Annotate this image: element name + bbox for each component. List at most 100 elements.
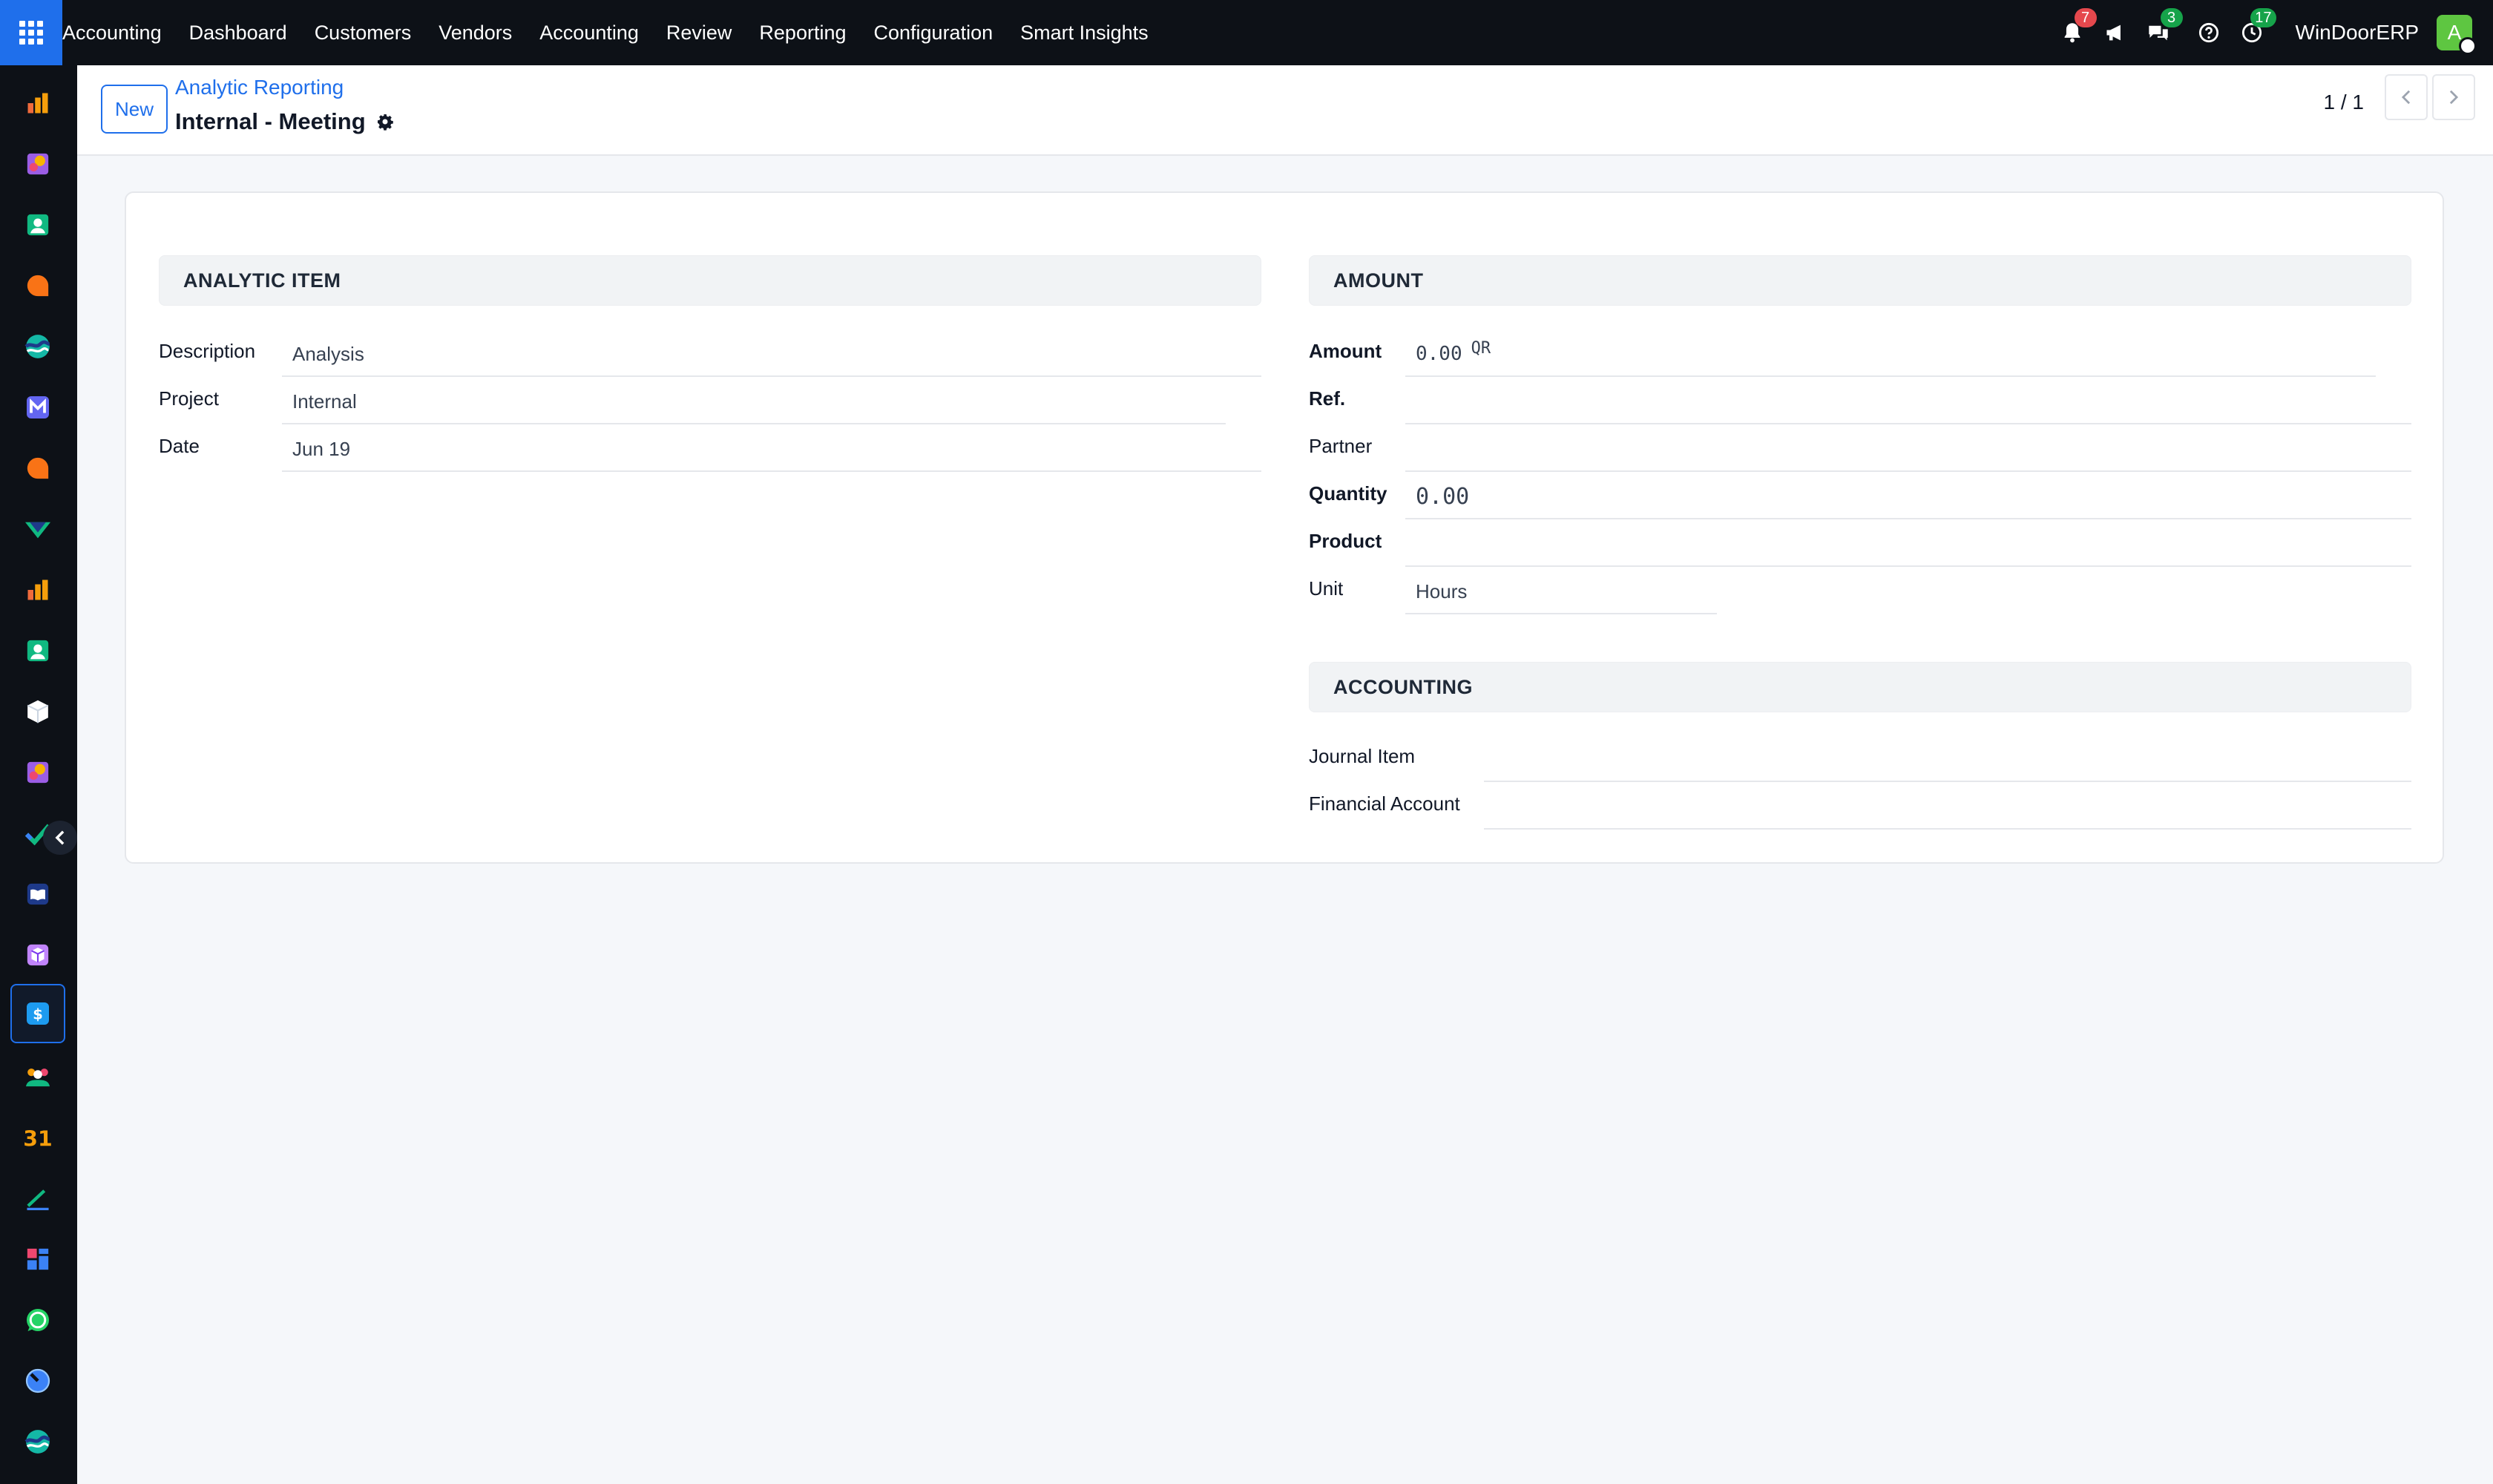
ref-label: Ref. [1309, 387, 1346, 410]
pager-value[interactable]: 1 / 1 [2324, 91, 2364, 114]
activities-badge: 17 [2250, 8, 2276, 27]
amount-field[interactable]: 0.00 QR [1405, 332, 2376, 377]
user-avatar[interactable]: A [2437, 15, 2477, 55]
main-menu: Accounting Dashboard Customers Vendors A… [62, 0, 1149, 65]
date-field[interactable]: Jun 19 [282, 427, 1261, 472]
help-circle-icon [2198, 22, 2218, 43]
menu-reporting[interactable]: Reporting [759, 22, 846, 45]
sidebar-app-12[interactable] [15, 749, 61, 795]
date-value: Jun 19 [292, 437, 351, 460]
menu-app-accounting[interactable]: Accounting [62, 22, 162, 45]
quantity-label: Quantity [1309, 482, 1387, 505]
project-label: Project [159, 387, 219, 410]
sidebar-app-7[interactable] [15, 445, 61, 491]
sidebar-app-18[interactable]: 31 [15, 1114, 61, 1160]
menu-dashboard[interactable]: Dashboard [189, 22, 287, 45]
menu-customers[interactable]: Customers [315, 22, 412, 45]
sidebar-app-17[interactable] [15, 1054, 61, 1100]
sidebar-app-2[interactable] [15, 141, 61, 187]
sidebar-app-10[interactable] [15, 628, 61, 674]
chevron-right-icon [2449, 90, 2459, 105]
help-button[interactable] [2193, 17, 2224, 48]
messages-badge: 3 [2160, 8, 2183, 27]
systray: 7 3 17 WinDoorERP A [2057, 0, 2493, 65]
pager-next-button[interactable] [2432, 74, 2475, 120]
sidebar-app-5[interactable] [15, 324, 61, 370]
financial-account-label: Financial Account [1309, 792, 1460, 815]
actions-gear-button[interactable] [376, 113, 394, 131]
chevron-left-icon [55, 830, 65, 845]
date-label: Date [159, 435, 200, 457]
chart-app-icon [27, 93, 48, 114]
menu-review[interactable]: Review [666, 22, 732, 45]
notifications-bell[interactable]: 7 [2057, 8, 2097, 48]
journal-item-field[interactable] [1484, 738, 2411, 782]
sidebar-app-4[interactable] [15, 263, 61, 309]
menu-smart-insights[interactable]: Smart Insights [1020, 22, 1149, 45]
sign-app-icon [27, 1189, 49, 1210]
description-value: Analysis [292, 342, 364, 365]
sidebar-collapse-button[interactable] [43, 821, 77, 855]
calendar-app-icon: 31 [23, 1126, 52, 1150]
product-label: Product [1309, 530, 1382, 552]
form-sheet: ANALYTIC ITEM Description Analysis Proje… [125, 191, 2444, 864]
quantity-value: 0.00 [1416, 483, 1470, 510]
sidebar-app-14[interactable] [15, 871, 61, 917]
messages-button[interactable]: 3 [2143, 8, 2183, 48]
accounting-heading: ACCOUNTING [1309, 662, 2411, 712]
pager-previous-button[interactable] [2385, 74, 2428, 120]
wave-app-icon [24, 335, 50, 358]
sidebar-app-accounting[interactable]: $ [10, 984, 65, 1043]
sidebar-app-15[interactable] [15, 932, 61, 978]
whatsapp-app-icon [27, 1309, 49, 1331]
description-field[interactable]: Analysis [282, 332, 1261, 377]
record-title: Internal - Meeting [175, 108, 394, 135]
sidebar-app-21[interactable] [15, 1297, 61, 1343]
quantity-field[interactable]: 0.00 [1405, 475, 2411, 519]
chevron-left-icon [2401, 90, 2411, 105]
unit-label: Unit [1309, 577, 1344, 600]
announcements-button[interactable] [2100, 17, 2131, 48]
puzzle-app-icon [27, 761, 49, 784]
amount-label: Amount [1309, 340, 1382, 362]
unit-field[interactable]: Hours [1405, 570, 1717, 614]
sidebar-app-22[interactable] [15, 1358, 61, 1404]
ref-field[interactable] [1405, 380, 2411, 424]
sidebar-app-23[interactable] [15, 1419, 61, 1465]
grid-icon [19, 21, 43, 45]
journal-item-label: Journal Item [1309, 745, 1416, 767]
presence-dot [2459, 37, 2477, 55]
app-switcher-button[interactable] [0, 0, 62, 65]
contacts-app-icon [27, 640, 49, 662]
app-sidebar: $ 31 [0, 65, 77, 1484]
accounting-app-icon: $ [27, 1002, 49, 1025]
sidebar-app-11[interactable] [15, 689, 61, 735]
financial-account-field[interactable] [1484, 785, 2411, 830]
menu-accounting[interactable]: Accounting [539, 22, 639, 45]
book-app-icon [27, 883, 49, 905]
company-switcher[interactable]: WinDoorERP [2296, 21, 2419, 45]
activities-button[interactable]: 17 [2236, 8, 2276, 48]
partner-label: Partner [1309, 435, 1373, 457]
breadcrumb-analytic-reporting[interactable]: Analytic Reporting [175, 76, 344, 99]
product-field[interactable] [1405, 522, 2411, 567]
menu-configuration[interactable]: Configuration [874, 22, 993, 45]
dashboard-app-icon [27, 1248, 49, 1270]
new-button[interactable]: New [101, 85, 168, 134]
unit-value: Hours [1416, 580, 1468, 603]
sidebar-app-20[interactable] [15, 1236, 61, 1282]
wave-app-icon [24, 1430, 50, 1454]
sidebar-app-19[interactable] [15, 1175, 61, 1221]
sidebar-app-1[interactable] [15, 80, 61, 126]
amount-heading: AMOUNT [1309, 255, 2411, 306]
chart-app-icon [27, 580, 48, 600]
sidebar-app-8[interactable] [15, 506, 61, 552]
sidebar-app-9[interactable] [15, 567, 61, 613]
sidebar-app-3[interactable] [15, 202, 61, 248]
menu-vendors[interactable]: Vendors [439, 22, 512, 45]
megaphone-icon [2106, 24, 2121, 41]
sidebar-app-6[interactable] [15, 384, 61, 430]
project-field[interactable]: Internal [282, 380, 1226, 424]
team-app-icon [26, 1068, 50, 1087]
partner-field[interactable] [1405, 427, 2411, 472]
